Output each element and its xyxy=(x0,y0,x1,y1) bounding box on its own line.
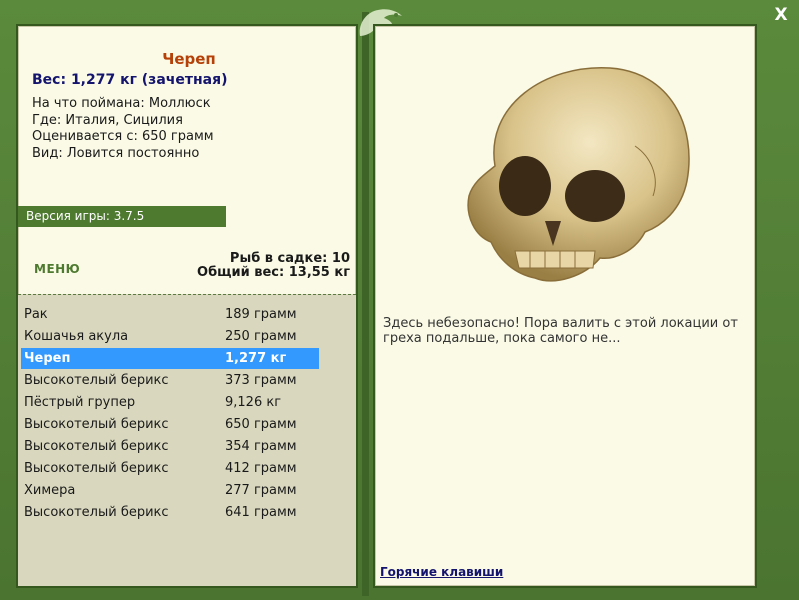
menu-button[interactable]: МЕНЮ xyxy=(34,262,80,276)
list-item[interactable]: Кошачья акула 250 грамм xyxy=(21,326,319,347)
fish-weight: Вес: 1,277 кг (зачетная) xyxy=(32,72,228,88)
fish-details: На что поймана: Моллюск Где: Италия, Сиц… xyxy=(32,96,214,162)
fish-info-panel: Череп Вес: 1,277 кг (зачетная) На что по… xyxy=(16,24,358,588)
list-item[interactable]: Пёстрый групер 9,126 кг xyxy=(21,392,319,413)
skull-image xyxy=(467,67,690,282)
value-info: Оценивается с: 650 грамм xyxy=(32,129,214,144)
hotkeys-link[interactable]: Горячие клавиши xyxy=(380,565,503,579)
total-weight: Общий вес: 13,55 кг xyxy=(197,265,350,280)
panel-divider xyxy=(362,12,369,596)
version-bar: Версия игры: 3.7.5 xyxy=(18,206,226,227)
kind-info: Вид: Ловится постоянно xyxy=(32,145,200,161)
list-item[interactable]: Рак 189 грамм xyxy=(21,304,319,325)
catch-list[interactable]: Рак 189 грамм Кошачья акула 250 грамм Че… xyxy=(18,294,356,586)
list-item-selected[interactable]: Череп 1,277 кг xyxy=(21,348,319,369)
catch-stats: Рыб в садке: 10 Общий вес: 13,55 кг xyxy=(197,252,350,280)
list-item[interactable]: Высокотелый берикс 412 грамм xyxy=(21,458,319,479)
fish-image-panel: Здесь небезопасно! Пора валить с этой ло… xyxy=(373,24,757,588)
location-info: Где: Италия, Сицилия xyxy=(32,112,183,128)
location-message: Здесь небезопасно! Пора валить с этой ло… xyxy=(383,316,738,346)
fish-count: Рыб в садке: 10 xyxy=(229,251,350,266)
list-item[interactable]: Высокотелый берикс 650 грамм xyxy=(21,414,319,435)
close-button[interactable]: X xyxy=(770,4,792,26)
list-item[interactable]: Высокотелый берикс 373 грамм xyxy=(21,370,319,391)
bait-info: На что поймана: Моллюск xyxy=(32,96,211,111)
list-item[interactable]: Высокотелый берикс 641 грамм xyxy=(21,502,319,523)
list-item[interactable]: Высокотелый берикс 354 грамм xyxy=(21,436,319,457)
fish-title: Череп xyxy=(162,50,216,68)
list-item[interactable]: Химера 277 грамм xyxy=(21,480,319,501)
